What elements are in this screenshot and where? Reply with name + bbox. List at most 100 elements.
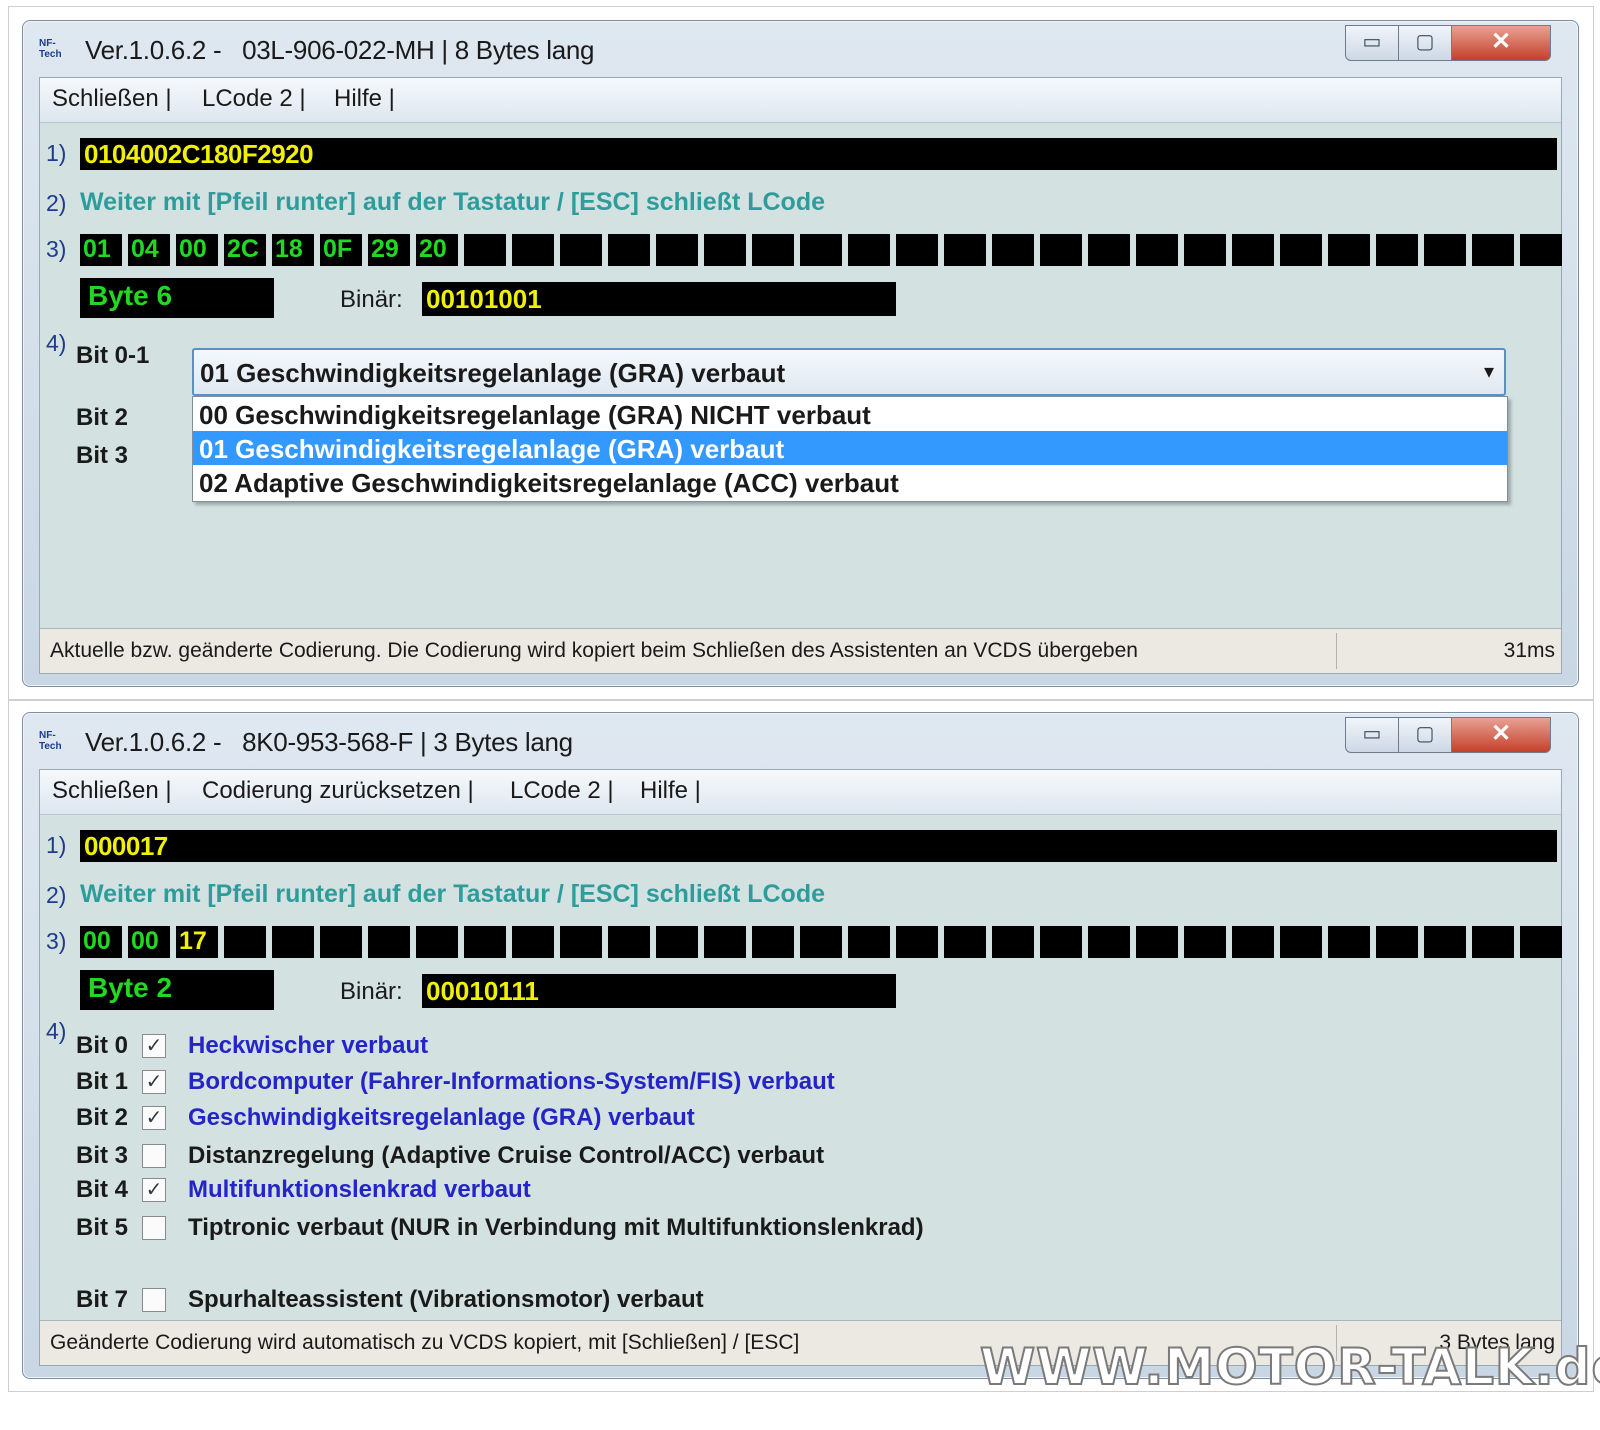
byte-cell[interactable]: [1088, 926, 1130, 958]
byte-cell[interactable]: [1328, 234, 1370, 266]
byte-cell[interactable]: [512, 926, 554, 958]
checkbox-label[interactable]: Distanzregelung (Adaptive Cruise Control…: [188, 1142, 824, 1170]
byte-cell[interactable]: [848, 234, 890, 266]
chevron-down-icon[interactable]: ▾: [1484, 359, 1494, 384]
menu-codierung-zuruecksetzen[interactable]: Codierung zurücksetzen |: [202, 777, 474, 805]
byte-cell[interactable]: [656, 234, 698, 266]
checkbox-label[interactable]: Spurhalteassistent (Vibrationsmotor) ver…: [188, 1286, 704, 1314]
byte-cell[interactable]: 00: [128, 926, 170, 958]
byte-cell[interactable]: [1232, 926, 1274, 958]
menu-hilfe[interactable]: Hilfe |: [640, 777, 701, 805]
byte-cell[interactable]: 20: [416, 234, 458, 266]
byte-cell[interactable]: [1184, 926, 1226, 958]
byte-cell[interactable]: 17: [176, 926, 218, 958]
byte-cell[interactable]: [464, 926, 506, 958]
checkbox-label[interactable]: Multifunktionslenkrad verbaut: [188, 1176, 531, 1204]
checkbox-label[interactable]: Tiptronic verbaut (NUR in Verbindung mit…: [188, 1214, 924, 1242]
byte-cell[interactable]: [944, 234, 986, 266]
close-button[interactable]: ✕: [1451, 717, 1551, 753]
bit-checkbox[interactable]: ✓: [142, 1106, 166, 1130]
byte-cell[interactable]: [752, 926, 794, 958]
byte-cell[interactable]: [608, 234, 650, 266]
bit-checkbox[interactable]: ✓: [142, 1178, 166, 1202]
byte-cell[interactable]: [656, 926, 698, 958]
menu-hilfe[interactable]: Hilfe |: [334, 85, 395, 113]
byte-cell[interactable]: [800, 234, 842, 266]
bit-checkbox[interactable]: [142, 1288, 166, 1312]
byte-cell[interactable]: [752, 234, 794, 266]
close-button[interactable]: ✕: [1451, 25, 1551, 61]
byte-cell[interactable]: [1520, 926, 1562, 958]
byte-cell[interactable]: [512, 234, 554, 266]
title-bar[interactable]: NF-Tech Ver.1.0.6.2 - 8K0-953-568-F | 3 …: [23, 713, 1578, 769]
byte-cell[interactable]: 0F: [320, 234, 362, 266]
byte-cell[interactable]: [1040, 926, 1082, 958]
byte-cell[interactable]: [1472, 234, 1514, 266]
checkbox-label[interactable]: Heckwischer verbaut: [188, 1032, 428, 1060]
byte-cell[interactable]: [944, 926, 986, 958]
menu-schliessen[interactable]: Schließen |: [52, 85, 172, 113]
byte-cell[interactable]: [464, 234, 506, 266]
byte-cell[interactable]: [1376, 234, 1418, 266]
byte-cell[interactable]: [1424, 926, 1466, 958]
byte-cell[interactable]: [992, 234, 1034, 266]
coding-field[interactable]: 000017: [80, 830, 1557, 862]
byte-cell[interactable]: 2C: [224, 234, 266, 266]
dropdown-option[interactable]: 02 Adaptive Geschwindigkeitsregelanlage …: [193, 465, 1507, 499]
bit-checkbox[interactable]: [142, 1216, 166, 1240]
maximize-button[interactable]: ▢: [1398, 717, 1452, 753]
byte-cell[interactable]: 01: [80, 234, 122, 266]
byte-cell[interactable]: [416, 926, 458, 958]
bit-label: Bit 3: [76, 1142, 129, 1169]
menu-schliessen[interactable]: Schließen |: [52, 777, 172, 805]
byte-cell[interactable]: 04: [128, 234, 170, 266]
byte-cell[interactable]: [224, 926, 266, 958]
byte-cell[interactable]: [368, 926, 410, 958]
byte-cell-value: 04: [131, 235, 159, 263]
coding-field[interactable]: 0104002C180F2920: [80, 138, 1557, 170]
byte-cell[interactable]: [1280, 234, 1322, 266]
byte-cell[interactable]: [560, 926, 602, 958]
byte-cell[interactable]: [896, 234, 938, 266]
dropdown-option-selected[interactable]: 01 Geschwindigkeitsregelanlage (GRA) ver…: [193, 431, 1507, 465]
byte-cell[interactable]: [1376, 926, 1418, 958]
byte-cell[interactable]: [272, 926, 314, 958]
byte-cell[interactable]: [1232, 234, 1274, 266]
byte-cell[interactable]: [704, 234, 746, 266]
byte-cell[interactable]: [560, 234, 602, 266]
byte-cell[interactable]: [1472, 926, 1514, 958]
byte-cell[interactable]: [1136, 234, 1178, 266]
dropdown-option[interactable]: 00 Geschwindigkeitsregelanlage (GRA) NIC…: [193, 397, 1507, 431]
byte-cell[interactable]: [1328, 926, 1370, 958]
minimize-button[interactable]: ▭: [1345, 25, 1399, 61]
byte-cell[interactable]: [848, 926, 890, 958]
bit-checkbox[interactable]: [142, 1144, 166, 1168]
byte-cell[interactable]: [704, 926, 746, 958]
menu-lcode2[interactable]: LCode 2 |: [202, 85, 306, 113]
menu-lcode2[interactable]: LCode 2 |: [510, 777, 614, 805]
bit-select-combobox[interactable]: 01 Geschwindigkeitsregelanlage (GRA) ver…: [192, 348, 1506, 396]
byte-cell[interactable]: [992, 926, 1034, 958]
byte-cell[interactable]: 18: [272, 234, 314, 266]
byte-cell[interactable]: [1424, 234, 1466, 266]
byte-cell[interactable]: [608, 926, 650, 958]
checkbox-label[interactable]: Geschwindigkeitsregelanlage (GRA) verbau…: [188, 1104, 695, 1132]
byte-cell[interactable]: [1184, 234, 1226, 266]
bit-checkbox[interactable]: ✓: [142, 1070, 166, 1094]
byte-cell[interactable]: 00: [80, 926, 122, 958]
byte-cell[interactable]: [1520, 234, 1562, 266]
byte-cell[interactable]: [896, 926, 938, 958]
byte-cell[interactable]: [1136, 926, 1178, 958]
byte-cell[interactable]: [1280, 926, 1322, 958]
bit-checkbox[interactable]: ✓: [142, 1034, 166, 1058]
byte-cell[interactable]: 00: [176, 234, 218, 266]
byte-cell[interactable]: [800, 926, 842, 958]
byte-cell[interactable]: 29: [368, 234, 410, 266]
byte-cell[interactable]: [320, 926, 362, 958]
maximize-button[interactable]: ▢: [1398, 25, 1452, 61]
byte-cell[interactable]: [1088, 234, 1130, 266]
title-bar[interactable]: NF-Tech Ver.1.0.6.2 - 03L-906-022-MH | 8…: [23, 21, 1578, 77]
byte-cell[interactable]: [1040, 234, 1082, 266]
minimize-button[interactable]: ▭: [1345, 717, 1399, 753]
checkbox-label[interactable]: Bordcomputer (Fahrer-Informations-System…: [188, 1068, 835, 1096]
